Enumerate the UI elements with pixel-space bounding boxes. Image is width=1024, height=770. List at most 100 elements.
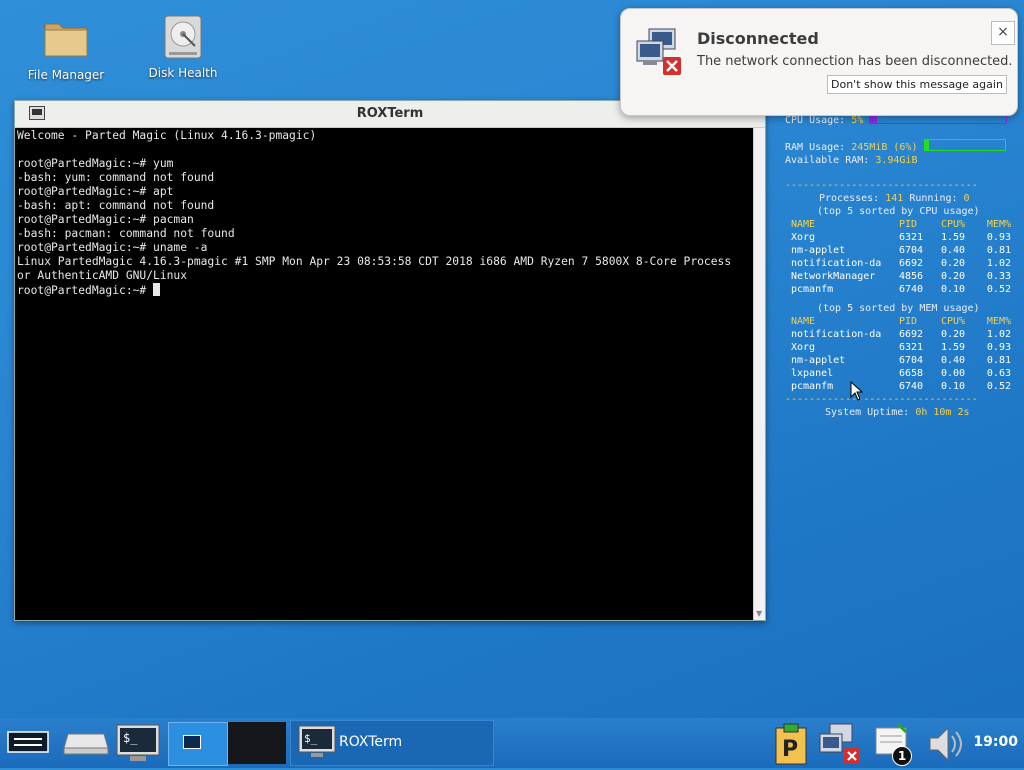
column-cpu: CPU% — [941, 316, 966, 327]
column-mem: MEM% — [986, 316, 1011, 327]
svg-text:P: P — [782, 737, 798, 762]
process-name: lxpanel — [791, 368, 834, 379]
terminal-line: root@PartedMagic:~# uname -a — [17, 241, 208, 254]
available-ram-value: 3.94GiB — [875, 155, 918, 166]
clock[interactable]: 19:00 — [973, 734, 1018, 750]
ram-usage-label: RAM Usage: — [785, 142, 846, 153]
workspace-window-icon — [183, 735, 201, 749]
process-pid: 6740 — [899, 381, 924, 392]
terminal-line: -bash: apt: command not found — [17, 199, 215, 212]
uptime-row: System Uptime: 0h 10m 2s — [785, 406, 1015, 419]
top-cpu-table: NAME PID CPU% MEM% Xorg 6321 1.59 0.93 nm-ap… — [791, 218, 1011, 296]
terminal-output[interactable]: Welcome - Parted Magic (Linux 4.16.3-pma… — [15, 128, 755, 620]
process-cpu: 1.59 — [941, 342, 966, 353]
process-mem: 0.81 — [986, 355, 1011, 366]
scrollbar[interactable]: ▼ — [753, 128, 765, 620]
process-mem: 0.81 — [986, 245, 1011, 256]
column-name: NAME — [791, 316, 816, 327]
close-icon[interactable]: × — [991, 21, 1015, 45]
terminal-launcher-button[interactable]: $_ — [114, 722, 162, 764]
ram-usage-row: RAM Usage: 245MiB (6%) — [785, 139, 1015, 154]
column-pid: PID — [899, 219, 918, 230]
scroll-down-icon[interactable]: ▼ — [756, 609, 762, 618]
column-cpu: CPU% — [941, 219, 966, 230]
process-mem: 1.02 — [986, 329, 1011, 340]
network-disconnected-icon — [635, 27, 683, 75]
process-cpu: 0.20 — [941, 271, 966, 282]
process-pid: 6740 — [899, 284, 924, 295]
show-desktop-button[interactable] — [62, 730, 110, 756]
start-menu-button[interactable] — [6, 730, 50, 754]
process-name: pcmanfm — [791, 284, 834, 295]
dont-show-again-button[interactable]: Don't show this message again — [827, 75, 1007, 94]
table-header: NAME PID CPU% MEM% — [791, 315, 1011, 328]
process-pid: 6692 — [899, 258, 924, 269]
available-ram-row: Available RAM: 3.94GiB — [785, 154, 1015, 167]
process-pid: 6704 — [899, 355, 924, 366]
table-row: notification-da 6692 0.20 1.02 — [791, 257, 1011, 270]
mouse-pointer-icon — [850, 380, 864, 405]
process-cpu: 0.00 — [941, 368, 966, 379]
taskbar: $_ $_ ROXTerm P 1 19:00 — [0, 718, 1024, 768]
svg-text:$_: $_ — [304, 732, 318, 745]
volume-icon[interactable] — [926, 722, 966, 764]
column-mem: MEM% — [986, 219, 1011, 230]
terminal-line: or AuthenticAMD GNU/Linux — [17, 269, 188, 282]
uptime-value: 0h 10m 2s — [915, 407, 970, 418]
desktop-icon-label: File Manager — [27, 68, 105, 82]
table-row: Xorg 6321 1.59 0.93 — [791, 341, 1011, 354]
table-row: NetworkManager 4856 0.20 0.33 — [791, 270, 1011, 283]
notification-popup[interactable]: Disconnected The network connection has … — [620, 8, 1018, 116]
separator: -------------------------------- — [785, 180, 978, 191]
process-pid: 6321 — [899, 232, 924, 243]
process-pid: 6321 — [899, 342, 924, 353]
process-pid: 6704 — [899, 245, 924, 256]
available-ram-label: Available RAM: — [785, 155, 870, 166]
table-header: NAME PID CPU% MEM% — [791, 218, 1011, 231]
terminal-window[interactable]: ROXTerm Welcome - Parted Magic (Linux 4.… — [14, 100, 766, 621]
process-name: Xorg — [791, 342, 816, 353]
folder-icon — [43, 16, 89, 62]
terminal-line: root@PartedMagic:~# apt — [17, 185, 174, 198]
mem-sort-header: (top 5 sorted by MEM usage) — [817, 303, 980, 314]
workspace-1-button[interactable] — [168, 722, 228, 766]
workspace-2-button[interactable] — [228, 722, 286, 764]
process-name: Xorg — [791, 232, 816, 243]
running-label: Running: — [909, 193, 958, 204]
ram-usage-value: 245MiB (6%) — [851, 142, 918, 153]
table-row: Xorg 6321 1.59 0.93 — [791, 231, 1011, 244]
process-mem: 0.52 — [986, 284, 1011, 295]
svg-text:$_: $_ — [123, 731, 138, 745]
process-pid: 6658 — [899, 368, 924, 379]
terminal-line: -bash: yum: command not found — [17, 171, 215, 184]
ram-usage-bar — [923, 139, 1006, 151]
top-mem-table: NAME PID CPU% MEM% notification-da 6692 0.… — [791, 315, 1011, 393]
terminal-prompt-line[interactable]: root@PartedMagic:~# — [17, 283, 753, 298]
notification-count-badge: 1 — [892, 746, 912, 766]
notification-title: Disconnected — [697, 29, 819, 48]
process-mem: 0.33 — [986, 271, 1011, 282]
processes-label: Processes: — [819, 193, 880, 204]
process-cpu: 1.59 — [941, 232, 966, 243]
notification-icon[interactable]: 1 — [872, 722, 916, 766]
terminal-icon: $_ — [116, 724, 160, 761]
process-name: nm-applet — [791, 355, 846, 366]
process-name: nm-applet — [791, 245, 846, 256]
parted-magic-icon[interactable]: P — [772, 722, 810, 765]
table-row: nm-applet 6704 0.40 0.81 — [791, 244, 1011, 257]
network-disconnected-icon[interactable] — [818, 722, 864, 764]
cpu-usage-value: 5% — [851, 115, 864, 126]
desktop-icon-file-manager[interactable]: File Manager — [16, 16, 116, 82]
process-cpu: 0.10 — [941, 381, 966, 392]
column-pid: PID — [899, 316, 918, 327]
menu-icon — [7, 731, 49, 753]
process-cpu: 0.20 — [941, 258, 966, 269]
process-name: pcmanfm — [791, 381, 834, 392]
table-row: pcmanfm 6740 0.10 0.52 — [791, 283, 1011, 296]
process-mem: 0.52 — [986, 381, 1011, 392]
desktop-icon-disk-health[interactable]: Disk Health — [133, 14, 233, 80]
terminal-line: Welcome - Parted Magic (Linux 4.16.3-pma… — [17, 129, 317, 142]
process-cpu: 0.20 — [941, 329, 966, 340]
terminal-line: root@PartedMagic:~# yum — [17, 157, 174, 170]
desktop-icon-label: Disk Health — [148, 66, 218, 80]
